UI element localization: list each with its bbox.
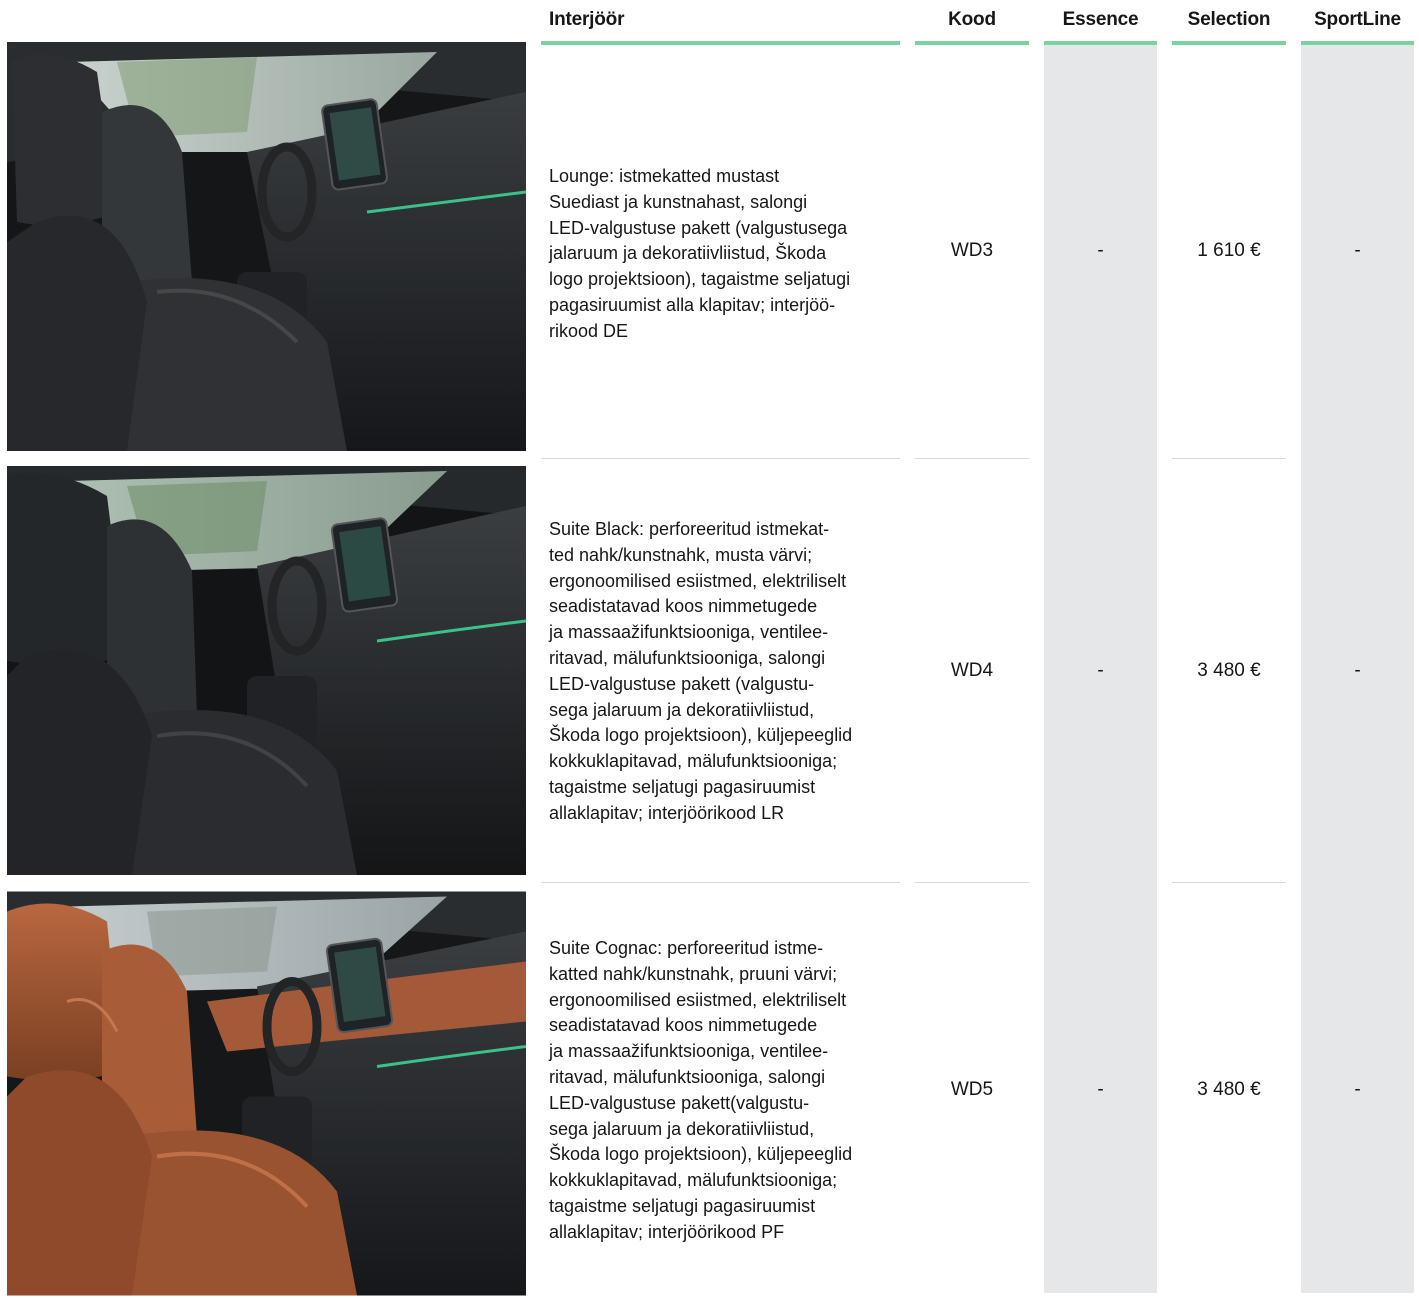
description-line: seadistatavad koos nimmetugede [549,1015,818,1036]
header-selection: Selection [1172,0,1286,45]
row-divider [1172,882,1286,883]
header-sportline: SportLine [1301,0,1414,45]
row-3-code: WD5 [950,1079,994,1100]
description-line: ergonoomilised esiistmed, elektriliselt [549,989,847,1010]
row-divider [541,458,900,459]
description-line: ergonoomilised esiistmed, elektriliselt [549,570,847,591]
description-line: LED-valgustuse pakett (valgustusega [549,217,848,238]
header-code: Kood [915,0,1029,45]
row-1-selection-price: 1 610 € [1197,240,1261,261]
row-1-essence: - [1097,240,1104,261]
header-sportline-label: SportLine [1314,9,1401,30]
row-3-interior-photo [7,889,526,1298]
description-line: rikood DE [549,320,629,341]
header-essence-label: Essence [1062,9,1139,30]
row-2-interior-photo [7,466,526,875]
row-3-selection-price: 3 480 € [1197,1079,1261,1100]
row-1-interior-photo [7,42,526,451]
description-line: sega jalaruum ja dekoratiivliistud, [549,699,815,720]
row-divider [915,882,1029,883]
description-line: ja massaažifunktsiooniga, ventilee- [549,1041,829,1062]
description-line: kokkuklapitavad, mälufunktsiooniga; [549,751,838,772]
description-line: Lounge: istmekatted mustast [549,166,780,186]
row-divider [541,882,900,883]
header-selection-label: Selection [1187,9,1271,30]
row-3-description: Suite Cognac: perforeeritud istme- katte… [549,936,899,1246]
description-line: allaklapitav; interjöörikood LR [549,802,785,823]
row-3-essence: - [1097,1079,1104,1100]
description-line: tagaistme seljatugi pagasiruumist [549,1195,816,1216]
description-line: ritavad, mälufunktsiooniga, salongi [549,1066,826,1087]
row-3-sportline: - [1354,1079,1361,1100]
description-line: allaklapitav; interjöörikood PF [549,1221,785,1242]
description-line: logo projektsioon), tagaistme seljatugi [549,269,851,290]
description-line: LED-valgustuse pakett(valgustu- [549,1092,810,1113]
row-2-essence: - [1097,660,1104,681]
description-line: ritavad, mälufunktsiooniga, salongi [549,647,826,668]
row-2-code: WD4 [950,660,994,681]
row-1-code: WD3 [950,240,994,261]
row-divider [1172,458,1286,459]
description-line: LED-valgustuse pakett (valgustu- [549,673,815,694]
description-line: ted nahk/kunstnahk, musta värvi; [549,544,813,565]
header-interior-label: Interjöör [549,9,625,30]
description-line: sega jalaruum ja dekoratiivliistud, [549,1118,815,1139]
description-line: Škoda logo projektsioon), küljepeeglid [549,725,853,746]
description-line: seadistatavad koos nimmetugede [549,596,818,617]
row-2-selection-price: 3 480 € [1197,660,1261,681]
description-line: kokkuklapitavad, mälufunktsiooniga; [549,1170,838,1191]
row-2-description: Suite Black: perforeeritud istmekat- ted… [549,517,899,827]
row-2-sportline: - [1354,660,1361,681]
description-line: Škoda logo projektsioon), küljepeeglid [549,1144,853,1165]
row-divider [915,458,1029,459]
header-essence: Essence [1044,0,1157,45]
description-line: Suediast ja kunstnahast, salongi [549,191,808,212]
description-line: Suite Black: perforeeritud istmekat- [549,519,830,539]
header-interior: Interjöör [541,0,900,45]
description-line: tagaistme seljatugi pagasiruumist [549,776,816,797]
row-1-description: Lounge: istmekatted mustast Suediast ja … [549,164,899,345]
description-line: jalaruum ja dekoratiivliistud, Škoda [549,243,827,264]
header-code-label: Kood [948,9,996,30]
description-line: ja massaažifunktsiooniga, ventilee- [549,622,829,643]
description-line: pagasiruumist alla klapitav; interjöö- [549,294,836,315]
description-line: Suite Cognac: perforeeritud istme- [549,938,824,958]
description-line: katted nahk/kunstnahk, pruuni värvi; [549,963,838,984]
row-1-sportline: - [1354,240,1361,261]
